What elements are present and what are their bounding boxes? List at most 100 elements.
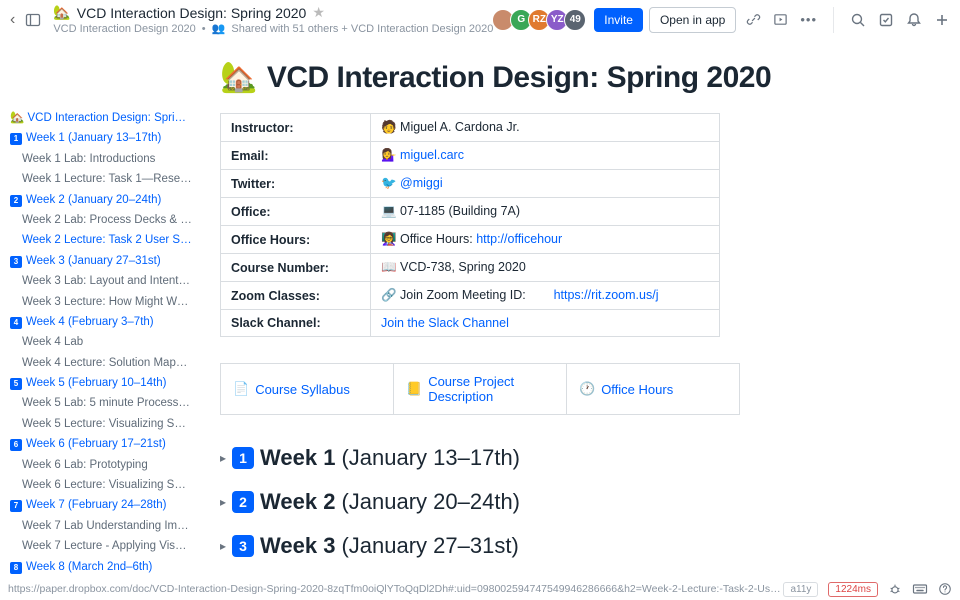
a11y-pill[interactable]: a11y <box>783 582 818 597</box>
info-link[interactable]: @miggi <box>400 176 443 190</box>
week-dates: (January 27–31st) <box>341 533 518 559</box>
sidebar-item[interactable]: Week 1 Lecture: Task 1—Research & Disc… <box>8 169 194 189</box>
sidebar-item[interactable]: Week 4 Lab <box>8 332 194 352</box>
week-heading[interactable]: ▸1Week 1 (January 13–17th) <box>220 445 930 471</box>
sidebar-week[interactable]: 2Week 2 (January 20–24th) <box>8 190 194 210</box>
statusbar: https://paper.dropbox.com/doc/VCD-Intera… <box>0 578 960 600</box>
week-num: 3 <box>232 535 254 557</box>
sidebar-item[interactable]: Week 2 Lecture: Task 2 User Storytelling <box>8 230 194 250</box>
breadcrumb-parent[interactable]: VCD Interaction Design 2020 <box>53 23 195 35</box>
info-row: Office Hours:👩‍🏫 Office Hours: http://of… <box>221 226 720 254</box>
avatar[interactable]: 49 <box>564 9 586 31</box>
workspace: 🏡 VCD Interaction Design: Spring 20201We… <box>0 40 960 580</box>
week-list: ▸1Week 1 (January 13–17th) ▸ 2 Week 2 (Janu… <box>220 445 930 580</box>
sidebar-item[interactable]: Week 6 Lab: Prototyping <box>8 455 194 475</box>
people-icon: 👥 <box>212 22 226 35</box>
invite-button[interactable]: Invite <box>594 8 643 32</box>
sidebar-week[interactable]: 4Week 4 (February 3–7th) <box>8 312 194 332</box>
sidebar-week[interactable]: 3Week 3 (January 27–31st) <box>8 251 194 271</box>
week-heading[interactable]: ▸2Week 2 (January 20–24th) <box>220 489 930 515</box>
sidebar-week[interactable]: 5Week 5 (February 10–14th) <box>8 373 194 393</box>
info-row: Instructor:🧑 Miguel A. Cardona Jr. <box>221 114 720 142</box>
topbar: ‹ 🏡 VCD Interaction Design: Spring 2020 … <box>0 0 960 40</box>
breadcrumb: VCD Interaction Design 2020 • 👥 Shared w… <box>53 22 496 35</box>
week-heading[interactable]: ▸3Week 3 (January 27–31st) <box>220 533 930 559</box>
info-row: Email:💁‍♀️ miguel.carc <box>221 142 720 170</box>
doc-card[interactable]: 📄Course Syllabus <box>221 364 393 414</box>
info-label: Office Hours: <box>221 226 371 254</box>
info-value: 💻 07-1185 (Building 7A) <box>371 198 720 226</box>
sidebar-week[interactable]: 1Week 1 (January 13–17th) <box>8 128 194 148</box>
caret-icon: ▸ <box>220 539 226 553</box>
more-icon[interactable]: ••• <box>800 12 817 27</box>
present-icon[interactable] <box>773 12 788 27</box>
breadcrumb-shared[interactable]: Shared with 51 others + VCD Interaction … <box>231 23 493 35</box>
info-row: Office:💻 07-1185 (Building 7A) <box>221 198 720 226</box>
info-link[interactable]: miguel.carc <box>400 148 464 162</box>
doc-title[interactable]: VCD Interaction Design: Spring 2020 <box>77 5 307 21</box>
info-link[interactable]: Join the Slack Channel <box>381 316 509 330</box>
sidebar-item[interactable]: Week 3 Lecture: How Might We's / Com… <box>8 292 194 312</box>
sidebar-item[interactable]: Week 2 Lab: Process Decks & Introductio… <box>8 210 194 230</box>
info-link[interactable]: http://officehour <box>476 232 562 246</box>
doc-card[interactable]: 📒Course Project Description <box>393 364 566 414</box>
open-in-app-button[interactable]: Open in app <box>649 7 736 33</box>
info-label: Course Number: <box>221 254 371 282</box>
info-row: Course Number:📖 VCD-738, Spring 2020 <box>221 254 720 282</box>
caret-icon: ▸ <box>220 495 226 509</box>
tasks-icon[interactable] <box>878 12 894 28</box>
page-title: 🏡 VCD Interaction Design: Spring 2020 <box>220 60 930 95</box>
page-title-text: VCD Interaction Design: Spring 2020 <box>267 61 771 95</box>
info-value: 🐦 @miggi <box>371 170 720 198</box>
link-icon[interactable] <box>746 12 761 27</box>
week-dates: (January 13–17th) <box>341 445 520 471</box>
info-table: Instructor:🧑 Miguel A. Cardona Jr.Email:… <box>220 113 720 337</box>
info-row: Twitter:🐦 @miggi <box>221 170 720 198</box>
avatars[interactable]: GRZYZ49 <box>496 9 586 31</box>
info-label: Zoom Classes: <box>221 282 371 310</box>
status-right: a11y 1224ms <box>783 582 952 597</box>
info-value: 💁‍♀️ miguel.carc <box>371 142 720 170</box>
back-button[interactable]: ‹ <box>10 11 15 29</box>
sidebar-item[interactable]: Week 1 Lab: Introductions <box>8 149 194 169</box>
info-row: Zoom Classes:🔗 Join Zoom Meeting ID: htt… <box>221 282 720 310</box>
help-icon[interactable] <box>938 582 952 596</box>
sidebar-item[interactable]: Week 5 Lecture: Visualizing Solutions <box>8 414 194 434</box>
info-link[interactable]: https://rit.zoom.us/j <box>554 288 659 302</box>
info-label: Slack Channel: <box>221 310 371 337</box>
plus-icon[interactable] <box>934 12 950 28</box>
keyboard-icon[interactable] <box>912 582 928 596</box>
sidebar-item[interactable]: Week 7 Lecture - Applying Visual Designs <box>8 536 194 556</box>
card-emoji: 🕐 <box>579 381 595 397</box>
sidebar-item[interactable]: Week 6 Lecture: Visualizing Solutions Pt… <box>8 475 194 495</box>
sidebar: 🏡 VCD Interaction Design: Spring 20201We… <box>0 100 200 580</box>
info-label: Office: <box>221 198 371 226</box>
status-url: https://paper.dropbox.com/doc/VCD-Intera… <box>8 583 783 595</box>
page-emoji: 🏡 <box>220 60 257 95</box>
doc-card[interactable]: 🕐Office Hours <box>566 364 739 414</box>
bug-icon[interactable] <box>888 582 902 596</box>
info-value: 🧑 Miguel A. Cardona Jr. <box>371 114 720 142</box>
info-value: Join the Slack Channel <box>371 310 720 337</box>
search-icon[interactable] <box>850 12 866 28</box>
timing-pill[interactable]: 1224ms <box>828 582 878 597</box>
week-title: Week 2 <box>260 489 335 515</box>
sidebar-root[interactable]: 🏡 VCD Interaction Design: Spring 2020 <box>8 108 194 128</box>
doc-emoji: 🏡 <box>53 4 70 21</box>
info-value: 📖 VCD-738, Spring 2020 <box>371 254 720 282</box>
sidebar-item[interactable]: Week 3 Lab: Layout and Intentionality in… <box>8 271 194 291</box>
sidebar-week[interactable]: 6Week 6 (February 17–21st) <box>8 434 194 454</box>
sidebar-item[interactable]: Week 5 Lab: 5 minute Process Presentati… <box>8 393 194 413</box>
week-title: Week 1 <box>260 445 335 471</box>
sidebar-week[interactable]: 8Week 8 (March 2nd–6th) <box>8 557 194 577</box>
week-num: 2 <box>232 491 254 513</box>
sidebar-week[interactable]: 7Week 7 (February 24–28th) <box>8 495 194 515</box>
nav-icons: ‹ <box>10 11 41 29</box>
sidebar-item[interactable]: Week 7 Lab Understanding Images and … <box>8 516 194 536</box>
sidebar-item[interactable]: Week 4 Lecture: Solution Mapping <box>8 353 194 373</box>
star-icon[interactable]: ★ <box>312 4 325 21</box>
sidebar-toggle-icon[interactable] <box>25 12 41 28</box>
card-row: 📄Course Syllabus📒Course Project Descript… <box>220 363 740 415</box>
card-emoji: 📒 <box>406 381 422 397</box>
bell-icon[interactable] <box>906 12 922 28</box>
